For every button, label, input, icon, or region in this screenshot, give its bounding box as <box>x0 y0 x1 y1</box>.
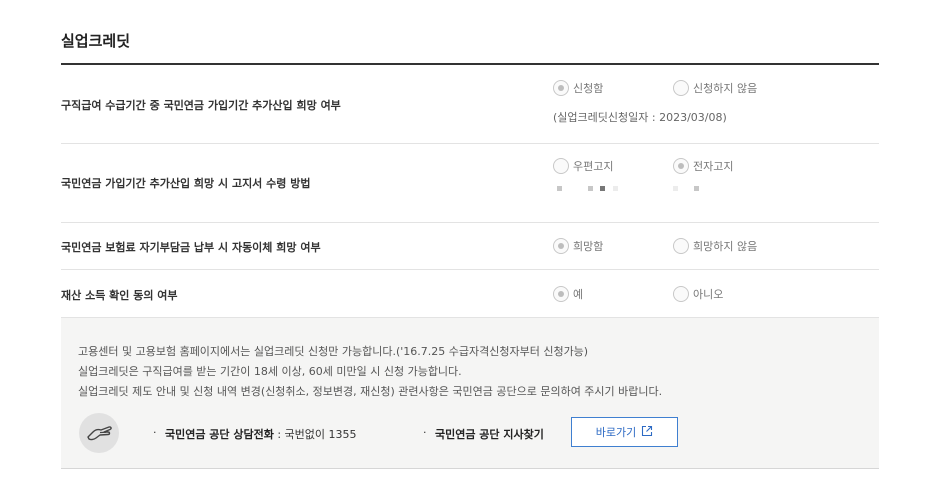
row-label: 국민연금 가입기간 추가산입 희망 시 고지서 수령 방법 <box>61 177 311 190</box>
radio-label: 전자고지 <box>693 160 734 173</box>
radio-want[interactable]: 희망함 <box>553 238 603 254</box>
placeholder-dot <box>613 186 618 191</box>
radio-no[interactable]: 아니오 <box>673 286 723 302</box>
radio-circle-checked <box>553 286 569 302</box>
radio-not-want[interactable]: 희망하지 않음 <box>673 238 757 254</box>
row-label: 국민연금 보험료 자기부담금 납부 시 자동이체 희망 여부 <box>61 241 321 254</box>
branch-label: 국민연금 공단 지사찾기 <box>435 428 544 441</box>
contact-label: 국민연금 공단 상담전화 <box>165 428 274 441</box>
radio-circle <box>673 238 689 254</box>
radio-label: 아니오 <box>693 288 724 301</box>
go-to-label: 바로가기 <box>595 426 637 439</box>
branch-bullet: · <box>423 426 427 439</box>
info-line: 실업크레딧은 구직급여를 받는 기간이 18세 이상, 60세 미만일 시 신청… <box>78 365 462 378</box>
placeholder-dot <box>557 186 562 191</box>
radio-circle-checked <box>553 238 569 254</box>
placeholder-dot <box>588 186 593 191</box>
radio-label: 희망함 <box>573 240 604 253</box>
row-auto-transfer: 국민연금 보험료 자기부담금 납부 시 자동이체 희망 여부 희망함 희망하지 … <box>61 223 879 270</box>
contact-bullet: · <box>153 426 157 439</box>
radio-label: 희망하지 않음 <box>693 240 758 253</box>
radio-circle <box>673 286 689 302</box>
row-notice-method: 국민연금 가입기간 추가산입 희망 시 고지서 수령 방법 우편고지 전자고지 <box>61 144 879 223</box>
radio-not-apply[interactable]: 신청하지 않음 <box>673 80 757 96</box>
go-to-button[interactable]: 바로가기 <box>571 417 678 447</box>
info-box: 고용센터 및 고용보험 홈페이지에서는 실업크레딧 신청만 가능합니다.('16… <box>61 318 879 469</box>
info-line: 고용센터 및 고용보험 홈페이지에서는 실업크레딧 신청만 가능합니다.('16… <box>78 345 589 358</box>
info-line: 실업크레딧 제도 안내 및 신청 내역 변경(신청취소, 정보변경, 재신청) … <box>78 385 663 398</box>
row-label: 재산 소득 확인 동의 여부 <box>61 289 178 302</box>
contact-value: : 국번없이 1355 <box>273 428 357 441</box>
radio-label: 우편고지 <box>573 160 614 173</box>
application-date-note: (실업크레딧신청일자 : 2023/03/08) <box>553 111 727 124</box>
placeholder-dot <box>694 186 699 191</box>
radio-circle-checked <box>553 80 569 96</box>
row-label: 구직급여 수급기간 중 국민연금 가입기간 추가산입 희망 여부 <box>61 99 341 112</box>
radio-yes[interactable]: 예 <box>553 286 583 302</box>
radio-circle <box>673 80 689 96</box>
hand-icon <box>79 413 119 453</box>
radio-postal-notice[interactable]: 우편고지 <box>553 158 613 174</box>
row-asset-consent: 재산 소득 확인 동의 여부 예 아니오 <box>61 270 879 318</box>
radio-circle-checked <box>673 158 689 174</box>
contact-phone: 국민연금 공단 상담전화 : 국번없이 1355 <box>165 426 357 442</box>
radio-label: 예 <box>573 288 584 301</box>
radio-electronic-notice[interactable]: 전자고지 <box>673 158 733 174</box>
radio-label: 신청함 <box>573 82 604 95</box>
radio-apply[interactable]: 신청함 <box>553 80 603 96</box>
placeholder-dot <box>600 186 605 191</box>
section-title: 실업크레딧 <box>61 32 131 50</box>
radio-label: 신청하지 않음 <box>693 82 758 95</box>
placeholder-dot <box>673 186 678 191</box>
branch-finder: 국민연금 공단 지사찾기 <box>435 426 544 442</box>
row-jobseeker-credit: 구직급여 수급기간 중 국민연금 가입기간 추가산입 희망 여부 신청함 신청하… <box>61 65 879 144</box>
radio-circle <box>553 158 569 174</box>
external-link-icon <box>641 425 653 440</box>
